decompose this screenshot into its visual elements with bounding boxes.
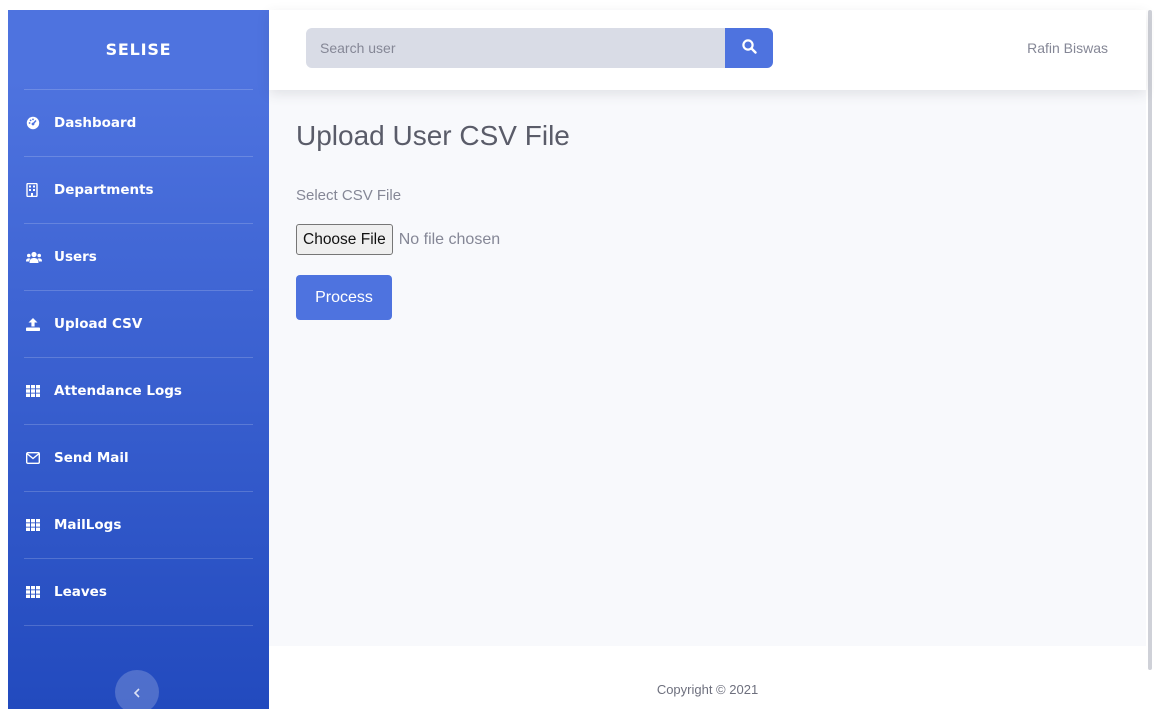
search-icon [741,39,757,57]
search-bar [306,28,773,68]
sidebar-item-departments[interactable]: Departments [8,157,269,223]
search-button[interactable] [725,28,773,68]
sidebar-item-label: Send Mail [54,450,129,466]
sidebar-item-leaves[interactable]: Leaves [8,559,269,625]
brand-logo[interactable]: SELISE [8,10,269,89]
chevron-left-icon [133,683,141,702]
file-field-label: Select CSV File [296,187,402,204]
page-title: Upload User CSV File [296,120,570,151]
sidebar-item-label: Leaves [54,584,107,600]
sidebar-divider [24,625,253,626]
envelope-icon [26,452,48,464]
table-icon [26,586,48,598]
sidebar-item-label: Dashboard [54,115,137,131]
sidebar-toggle-button[interactable] [115,670,159,709]
sidebar-item-users[interactable]: Users [8,224,269,290]
sidebar: SELISE Dashboard Departments Users Uploa… [8,10,269,709]
sidebar-item-upload-csv[interactable]: Upload CSV [8,291,269,357]
main-content: Upload User CSV File Select CSV File Cho… [269,90,1146,646]
table-icon [26,385,48,397]
sidebar-item-maillogs[interactable]: MailLogs [8,492,269,558]
sidebar-item-attendance-logs[interactable]: Attendance Logs [8,358,269,424]
sidebar-item-label: Attendance Logs [54,383,182,399]
upload-icon [26,317,48,331]
sidebar-item-label: Upload CSV [54,316,143,332]
process-button[interactable]: Process [296,275,392,320]
user-name[interactable]: Rafin Biswas [1027,40,1108,56]
sidebar-item-label: Departments [54,182,154,198]
users-icon [26,251,48,264]
building-icon [26,183,48,197]
sidebar-item-label: Users [54,249,97,265]
sidebar-item-dashboard[interactable]: Dashboard [8,90,269,156]
topbar: Rafin Biswas [269,10,1146,90]
choose-file-button[interactable]: Choose File [296,224,393,255]
sidebar-item-label: MailLogs [54,517,122,533]
footer: Copyright © 2021 [269,646,1146,709]
app-page: SELISE Dashboard Departments Users Uploa… [0,0,1154,709]
table-icon [26,519,48,531]
file-status-text: No file chosen [398,230,501,248]
dashboard-icon [26,116,48,130]
copyright-text: Copyright © 2021 [656,682,759,697]
file-input: Choose File No file chosen [296,224,500,255]
scrollbar[interactable] [1148,10,1152,670]
search-input[interactable] [306,28,725,68]
sidebar-item-send-mail[interactable]: Send Mail [8,425,269,491]
